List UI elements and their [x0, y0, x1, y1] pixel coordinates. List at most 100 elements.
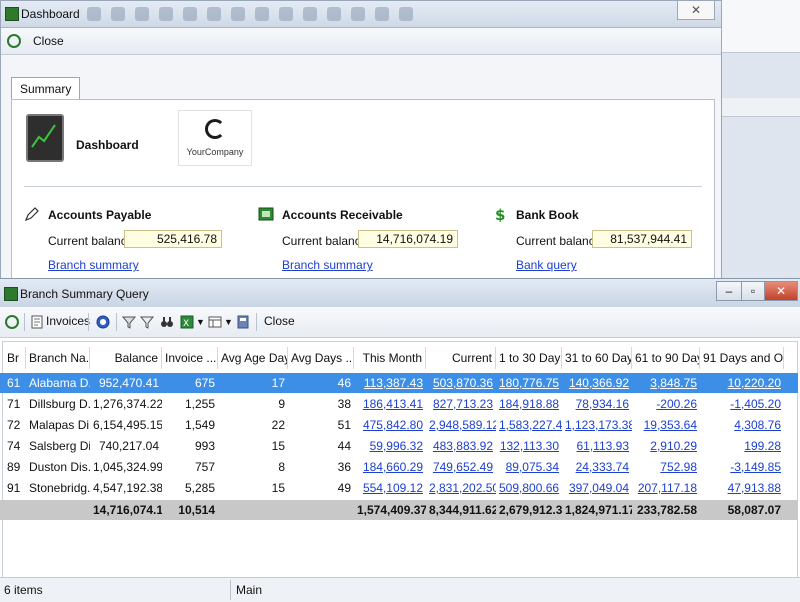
- grid-cell: [288, 500, 354, 520]
- quick-icon[interactable]: [207, 7, 221, 21]
- aging-link[interactable]: 3,848.75: [632, 373, 700, 393]
- aging-link[interactable]: 397,049.04: [562, 478, 632, 498]
- quick-icon[interactable]: [255, 7, 269, 21]
- column-header[interactable]: Br: [4, 347, 26, 369]
- aging-link[interactable]: 752.98: [632, 457, 700, 477]
- aging-link[interactable]: 184,918.88: [496, 394, 562, 414]
- aging-link[interactable]: 199.28: [700, 436, 784, 456]
- column-header[interactable]: Invoice ...: [162, 347, 218, 369]
- aging-link[interactable]: -3,149.85: [700, 457, 784, 477]
- column-header[interactable]: 61 to 90 Days: [632, 347, 700, 369]
- invoices-button[interactable]: Invoices: [46, 314, 90, 328]
- column-header[interactable]: Branch Na...: [26, 347, 90, 369]
- dashboard-close-x-button[interactable]: ✕: [677, 1, 715, 20]
- quick-icon[interactable]: [87, 7, 101, 21]
- bank-query-link[interactable]: Bank query: [516, 258, 577, 272]
- column-header[interactable]: Current: [426, 347, 496, 369]
- excel-icon[interactable]: X: [180, 315, 194, 329]
- aging-link[interactable]: 19,353.64: [632, 415, 700, 435]
- table-row[interactable]: 72 Malapas Di...6,154,495.15 1,549 22 51475,…: [0, 415, 798, 435]
- aging-link[interactable]: 24,333.74: [562, 457, 632, 477]
- grid-cell: 6,154,495.15: [93, 418, 162, 432]
- column-header[interactable]: 91 Days and Over: [700, 347, 784, 369]
- grid-cell: 71: [7, 397, 21, 411]
- refresh-icon[interactable]: [5, 315, 19, 329]
- filter-icon[interactable]: [122, 315, 136, 329]
- quick-icon[interactable]: [375, 7, 389, 21]
- close-button[interactable]: Close: [264, 314, 295, 328]
- aging-link[interactable]: 827,713.23: [426, 394, 496, 414]
- aging-link[interactable]: 2,948,589.12: [426, 415, 496, 435]
- grid-cell: 22: [271, 418, 285, 432]
- aging-link[interactable]: 59,996.32: [354, 436, 426, 456]
- grid-cell: Dillsburg D...: [29, 397, 90, 411]
- quick-icon[interactable]: [303, 7, 317, 21]
- aging-link[interactable]: 140,366.92: [562, 373, 632, 393]
- table-row[interactable]: 61 Alabama D... 952,470.41 675 17 46113,387.4…: [0, 373, 798, 393]
- aging-link[interactable]: 749,652.49: [426, 457, 496, 477]
- quick-icon[interactable]: [159, 7, 173, 21]
- calculator-icon[interactable]: [236, 315, 250, 329]
- tab-summary[interactable]: Summary: [11, 77, 81, 100]
- aging-link[interactable]: 503,870.36: [426, 373, 496, 393]
- quick-icon[interactable]: [327, 7, 341, 21]
- aging-link[interactable]: 509,800.66: [496, 478, 562, 498]
- quick-icon[interactable]: [231, 7, 245, 21]
- quick-icon[interactable]: [111, 7, 125, 21]
- column-header[interactable]: Avg Age Days: [218, 347, 288, 369]
- column-header[interactable]: 31 to 60 Days: [562, 347, 632, 369]
- aging-link[interactable]: 483,883.92: [426, 436, 496, 456]
- chevron-down-icon[interactable]: ▼: [224, 317, 233, 327]
- aging-link[interactable]: 186,413.41: [354, 394, 426, 414]
- aging-link[interactable]: 61,113.93: [562, 436, 632, 456]
- aging-link[interactable]: 554,109.12: [354, 478, 426, 498]
- table-row[interactable]: 74 Salsberg Di... 740,217.04 993 15 4459,996.…: [0, 436, 798, 456]
- window-close-button[interactable]: ✕: [764, 281, 798, 301]
- aging-link[interactable]: 1,123,173.38: [562, 415, 632, 435]
- totals-row[interactable]: 14,716,074.19 10,514 1,574,409.378,344,911…: [0, 500, 798, 520]
- aging-link[interactable]: 89,075.34: [496, 457, 562, 477]
- ar-branch-summary-link[interactable]: Branch summary: [282, 258, 373, 272]
- aging-link[interactable]: 10,220.20: [700, 373, 784, 393]
- column-header[interactable]: This Month: [354, 347, 426, 369]
- aging-link[interactable]: 2,831,202.50: [426, 478, 496, 498]
- invoice-icon[interactable]: [30, 315, 44, 329]
- filter-edit-icon[interactable]: [140, 315, 154, 329]
- aging-link[interactable]: 207,117.18: [632, 478, 700, 498]
- info-icon[interactable]: [96, 315, 110, 329]
- grid-cell: 44: [337, 439, 351, 453]
- aging-link[interactable]: -1,405.20: [700, 394, 784, 414]
- maximize-button[interactable]: ▫: [741, 281, 765, 301]
- aging-link[interactable]: 1,583,227.45: [496, 415, 562, 435]
- toolbar-separator: [116, 313, 117, 331]
- dashboard-window-title: Dashboard: [21, 7, 80, 21]
- binoculars-icon[interactable]: [160, 315, 174, 329]
- column-header[interactable]: Balance: [90, 347, 162, 369]
- dashboard-close-button[interactable]: Close: [33, 34, 64, 48]
- aging-link[interactable]: 184,660.29: [354, 457, 426, 477]
- aging-link[interactable]: 78,934.16: [562, 394, 632, 414]
- aging-link[interactable]: 113,387.43: [354, 373, 426, 393]
- quick-icon[interactable]: [135, 7, 149, 21]
- aging-link[interactable]: 4,308.76: [700, 415, 784, 435]
- quick-icon[interactable]: [399, 7, 413, 21]
- aging-link[interactable]: 180,776.75: [496, 373, 562, 393]
- aging-link[interactable]: 475,842.80: [354, 415, 426, 435]
- aging-link[interactable]: 2,910.29: [632, 436, 700, 456]
- table-row[interactable]: 91 Stonebridg...4,547,192.38 5,285 15 49554,…: [0, 478, 798, 498]
- ap-branch-summary-link[interactable]: Branch summary: [48, 258, 139, 272]
- table-row[interactable]: 71 Dillsburg D...1,276,374.22 1,255 9 38186,…: [0, 394, 798, 414]
- quick-icon[interactable]: [183, 7, 197, 21]
- table-row[interactable]: 89 Duston Dis...1,045,324.99 757 8 36184,660…: [0, 457, 798, 477]
- aging-link[interactable]: 47,913.88: [700, 478, 784, 498]
- layout-icon[interactable]: [208, 315, 222, 329]
- minimize-button[interactable]: –: [716, 281, 742, 301]
- quick-icon[interactable]: [279, 7, 293, 21]
- aging-link[interactable]: -200.26: [632, 394, 700, 414]
- refresh-icon[interactable]: [7, 34, 21, 48]
- aging-link[interactable]: 132,113.30: [496, 436, 562, 456]
- column-header[interactable]: Avg Days ...: [288, 347, 354, 369]
- quick-icon[interactable]: [351, 7, 365, 21]
- chevron-down-icon[interactable]: ▼: [196, 317, 205, 327]
- column-header[interactable]: 1 to 30 Days: [496, 347, 562, 369]
